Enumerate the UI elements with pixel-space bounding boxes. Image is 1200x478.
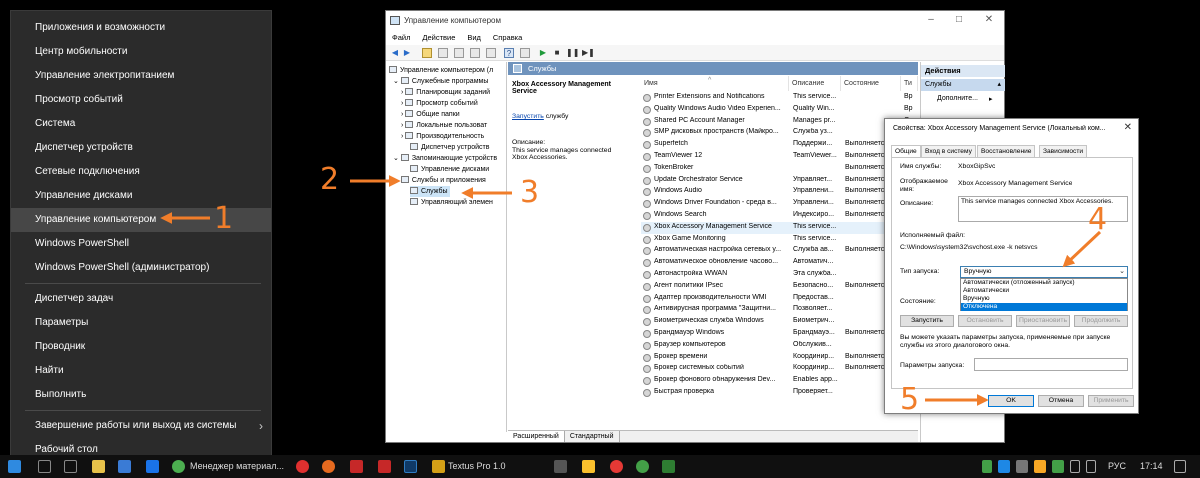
opera-icon[interactable] (296, 460, 309, 473)
screenshot: Приложения и возможности Центр мобильнос… (0, 0, 1200, 478)
chrome-icon[interactable] (172, 460, 185, 473)
clock[interactable]: 17:14 (1140, 461, 1163, 471)
annotation-number-4: 4 (1088, 202, 1108, 237)
notification-icon[interactable] (1174, 460, 1186, 473)
annotation-number-3: 3 (520, 175, 540, 210)
photoshop-icon[interactable] (404, 460, 417, 473)
firefox-icon[interactable] (322, 460, 335, 473)
app-icon[interactable] (378, 460, 391, 473)
taskbar: Менеджер материал... Textus Pro 1.0 РУС … (0, 455, 1200, 478)
annotation-overlay (160, 175, 1102, 406)
app-icon[interactable] (554, 460, 567, 473)
taskbar-app-label[interactable]: Менеджер материал... (190, 461, 285, 471)
tray-icon[interactable] (998, 460, 1010, 473)
app-icon[interactable] (582, 460, 595, 473)
network-icon[interactable] (1086, 460, 1096, 473)
tray-icon[interactable] (982, 460, 992, 473)
windows-start-icon[interactable] (8, 460, 21, 473)
app-icon[interactable] (610, 460, 623, 473)
tray-icon[interactable] (1016, 460, 1028, 473)
tray-icon[interactable] (1034, 460, 1046, 473)
app-icon[interactable] (662, 460, 675, 473)
annotation-number-1: 1 (214, 201, 234, 236)
volume-icon[interactable] (1070, 460, 1080, 473)
folder-icon[interactable] (92, 460, 105, 473)
annotation-number-5: 5 (900, 382, 920, 417)
language-indicator[interactable]: РУС (1108, 461, 1126, 471)
taskbar-textus-label[interactable]: Textus Pro 1.0 (448, 461, 506, 471)
annotation-number-2: 2 (320, 162, 340, 197)
tray-icon[interactable] (1052, 460, 1064, 473)
search-icon[interactable] (38, 460, 51, 473)
task-view-icon[interactable] (64, 460, 77, 473)
textus-icon[interactable] (432, 460, 445, 473)
store-icon[interactable] (118, 460, 131, 473)
edge-icon[interactable] (146, 460, 159, 473)
app-icon[interactable] (636, 460, 649, 473)
app-icon[interactable] (350, 460, 363, 473)
